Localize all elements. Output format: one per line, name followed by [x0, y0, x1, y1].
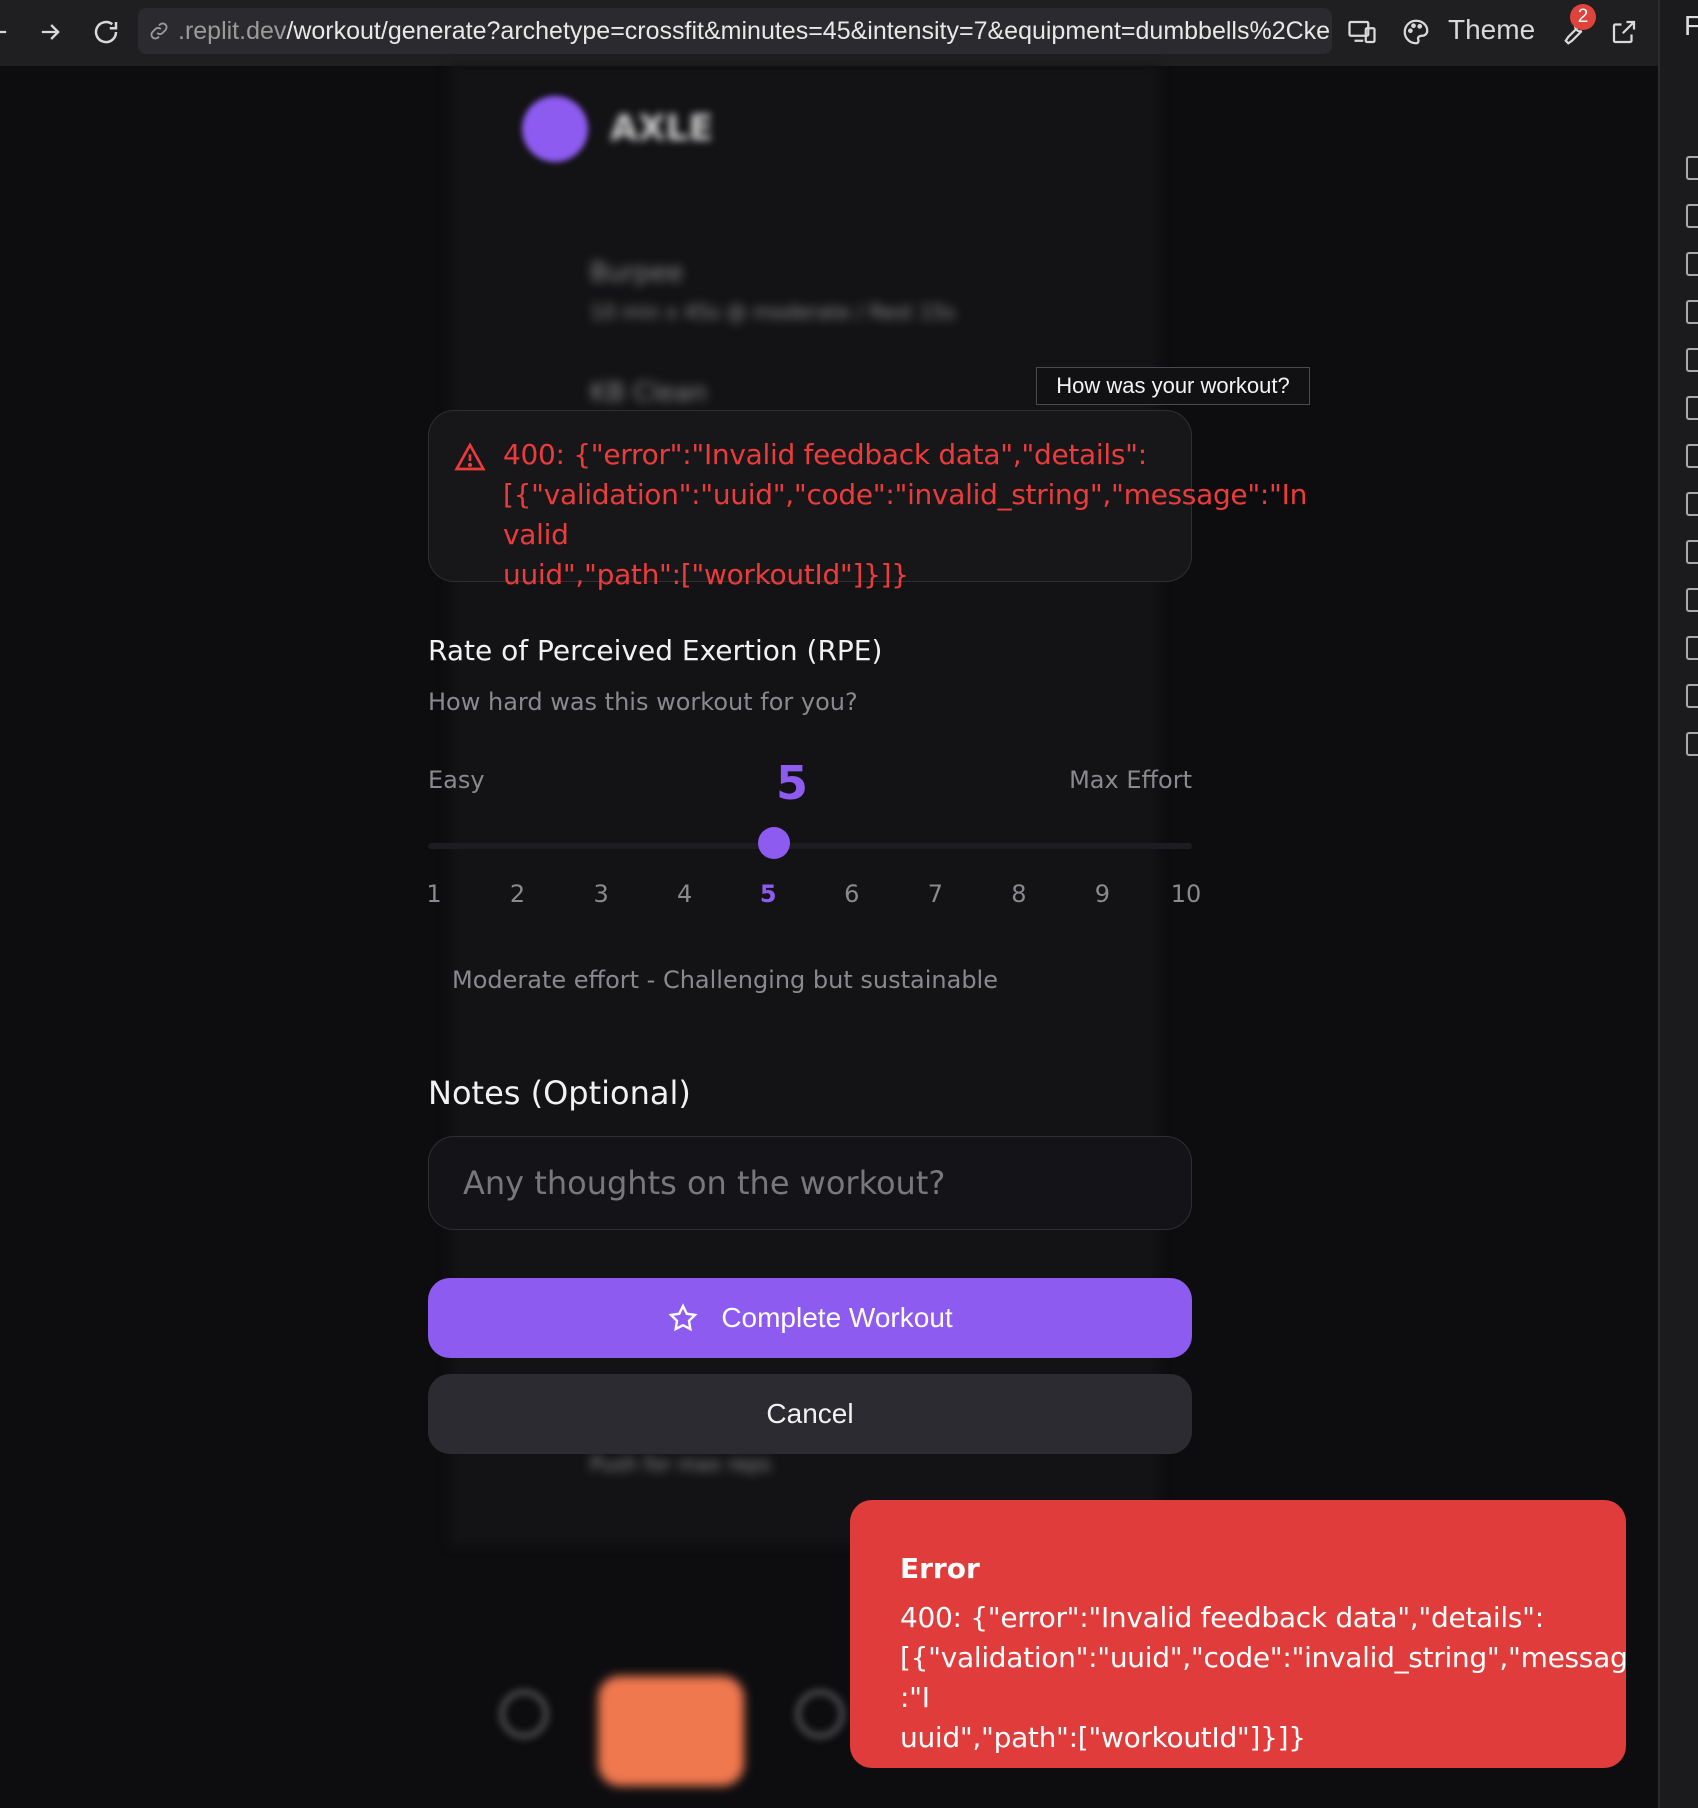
rpe-subtitle: How hard was this workout for you? [428, 688, 858, 716]
rpe-scale-tick[interactable]: 5 [760, 880, 777, 908]
rpe-max-label: Max Effort [1069, 766, 1192, 794]
rpe-min-label: Easy [428, 766, 485, 794]
rpe-scale-tick[interactable]: 7 [928, 880, 943, 908]
file-icon[interactable] [1686, 684, 1698, 708]
file-icon[interactable] [1686, 156, 1698, 180]
url-domain: .replit.dev [178, 16, 287, 45]
background-exercise-detail: Push for max reps [590, 1452, 771, 1476]
file-icon[interactable] [1686, 636, 1698, 660]
complete-workout-button[interactable]: Complete Workout [428, 1278, 1192, 1358]
notification-badge: 2 [1570, 4, 1596, 30]
file-icon[interactable] [1686, 252, 1698, 276]
rpe-title: Rate of Perceived Exertion (RPE) [428, 634, 883, 667]
complete-workout-label: Complete Workout [721, 1302, 953, 1333]
rpe-description: Moderate effort - Challenging but sustai… [452, 966, 998, 994]
side-panel-title: F [1684, 10, 1698, 41]
error-alert: 400: {"error":"Invalid feedback data","d… [428, 410, 1307, 591]
background-nav-workout [598, 1676, 744, 1786]
forward-arrow-icon[interactable] [30, 12, 70, 52]
error-alert-message: 400: {"error":"Invalid feedback data","d… [503, 438, 1308, 591]
notes-input[interactable] [428, 1136, 1192, 1230]
file-icon[interactable] [1686, 444, 1698, 468]
star-icon [668, 1303, 698, 1332]
background-app-title: AXLE [610, 108, 714, 149]
back-arrow-icon[interactable] [0, 12, 18, 52]
file-icon[interactable] [1686, 348, 1698, 372]
feedback-dialog: 400: {"error":"Invalid feedback data","d… [426, 410, 1307, 1454]
file-icon[interactable] [1686, 492, 1698, 516]
url-path: /workout/generate?archetype=crossfit&min… [286, 16, 1331, 45]
heart-icon [796, 1690, 844, 1738]
cancel-button[interactable]: Cancel [428, 1374, 1192, 1454]
rpe-scale-tick[interactable]: 1 [426, 880, 441, 908]
rpe-scale: 1 2 3 4 5 6 7 8 9 10 [426, 880, 1201, 916]
app-viewport: .replit.dev/workout/generate?archetype=c… [0, 0, 1698, 1808]
external-link-icon[interactable] [1604, 12, 1644, 52]
palette-icon[interactable] [1396, 12, 1436, 52]
file-icon[interactable] [1686, 540, 1698, 564]
device-toggle-icon[interactable] [1342, 12, 1382, 52]
rpe-value: 5 [775, 756, 808, 810]
browser-toolbar: .replit.dev/workout/generate?archetype=c… [0, 0, 1658, 66]
background-exercise-name: KB Clean [590, 378, 707, 408]
toast-message: 400: {"error":"Invalid feedback data","d… [900, 1601, 1626, 1754]
rpe-scale-tick[interactable]: 8 [1011, 880, 1026, 908]
home-icon [500, 1690, 548, 1738]
rpe-slider-thumb[interactable] [758, 827, 791, 859]
rpe-scale-tick[interactable]: 2 [510, 880, 525, 908]
warning-icon [454, 442, 486, 471]
file-icon[interactable] [1686, 396, 1698, 420]
rpe-slider-track[interactable] [428, 843, 1192, 849]
rpe-scale-tick[interactable]: 4 [677, 880, 692, 908]
rpe-scale-tick[interactable]: 10 [1171, 880, 1202, 908]
rpe-scale-tick[interactable]: 3 [593, 880, 608, 908]
error-toast[interactable]: Error 400: {"error":"Invalid feedback da… [850, 1500, 1626, 1768]
side-panel: F [1658, 0, 1698, 1808]
rpe-scale-tick[interactable]: 6 [844, 880, 859, 908]
file-icon[interactable] [1686, 300, 1698, 324]
file-icon[interactable] [1686, 588, 1698, 612]
toast-title: Error [900, 1552, 980, 1585]
file-icon[interactable] [1686, 732, 1698, 756]
link-icon [150, 22, 168, 40]
rpe-scale-tick[interactable]: 9 [1095, 880, 1110, 908]
cancel-label: Cancel [766, 1398, 854, 1429]
file-icon[interactable] [1686, 204, 1698, 228]
address-bar[interactable]: .replit.dev/workout/generate?archetype=c… [138, 8, 1332, 54]
reload-icon[interactable] [86, 12, 126, 52]
theme-label[interactable]: Theme [1448, 14, 1535, 46]
background-exercise-detail: 10 min x 45s @ moderate / Rest 15s [590, 300, 956, 324]
background-avatar [522, 96, 588, 162]
dialog-title-tooltip: How was your workout? [1036, 367, 1310, 405]
notes-title: Notes (Optional) [428, 1074, 691, 1112]
background-exercise-name: Burpee [590, 258, 684, 288]
